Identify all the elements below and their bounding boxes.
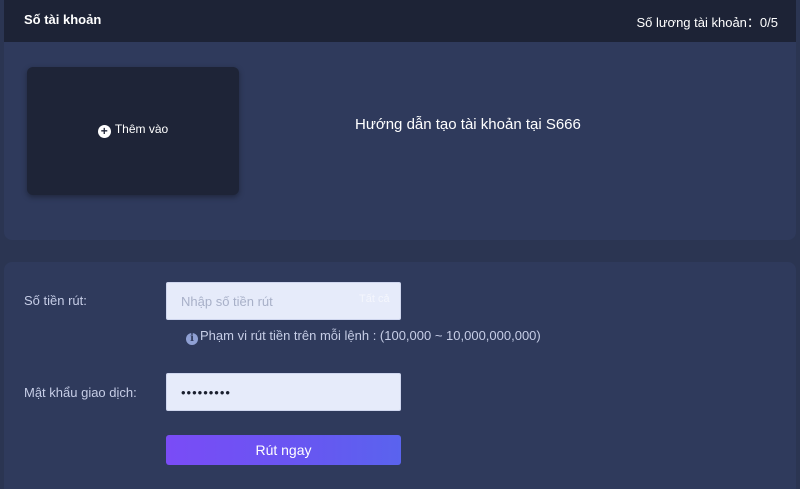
withdraw-submit-button[interactable]: Rút ngay [166,435,401,465]
transaction-password-input[interactable] [166,373,401,411]
account-panel: + Thêm vào Hướng dẫn tạo tài khoản tại S6… [4,42,796,240]
add-account-label: Thêm vào [114,122,169,136]
header-bar: Số tài khoản Số lương tài khoản：0/5 [4,0,796,42]
add-account-content: + Thêm vào [27,122,239,138]
range-hint: i Phạm vi rút tiền trên mỗi lệnh : (100,0… [186,328,541,345]
plus-circle-icon: + [97,125,111,138]
withdraw-form: Số tiền rút: Tất cả iPhạm vi rút tiền tr… [4,262,796,489]
amount-label: Số tiền rút: [24,293,87,308]
add-account-card[interactable]: + Thêm vào [27,67,239,195]
page-title: Số tài khoản [24,12,102,27]
withdraw-all-button[interactable]: Tất cả [359,293,390,305]
password-label: Mật khẩu giao dịch: [24,385,137,400]
account-count: Số lương tài khoản：0/5 [636,15,778,30]
account-guide-link[interactable]: Hướng dẫn tạo tài khoản tại S666 [355,116,581,133]
range-hint-text: Phạm vi rút tiền trên mỗi lệnh : (100,00… [200,328,541,343]
info-icon: i [186,333,198,345]
